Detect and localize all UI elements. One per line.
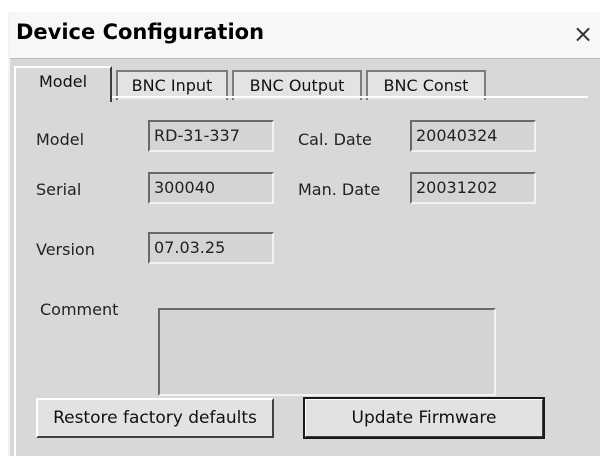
cal-date-label: Cal. Date — [298, 130, 372, 149]
title-bar: Device Configuration × — [10, 12, 600, 59]
comment-field[interactable] — [158, 308, 496, 396]
update-firmware-button[interactable]: Update Firmware — [303, 397, 545, 439]
man-date-label: Man. Date — [298, 180, 381, 199]
close-icon[interactable]: × — [566, 18, 600, 52]
serial-field[interactable]: 300040 — [148, 172, 274, 204]
comment-label: Comment — [40, 300, 119, 319]
model-field[interactable]: RD-31-337 — [148, 120, 274, 152]
model-label: Model — [36, 130, 85, 149]
man-date-field[interactable]: 20031202 — [410, 172, 536, 204]
restore-factory-defaults-button[interactable]: Restore factory defaults — [36, 398, 274, 438]
tab-model[interactable]: Model — [14, 66, 112, 102]
version-label: Version — [36, 240, 95, 259]
window-title: Device Configuration — [16, 20, 265, 44]
version-field[interactable]: 07.03.25 — [148, 232, 274, 264]
cal-date-field[interactable]: 20040324 — [410, 120, 536, 152]
device-configuration-window: Device Configuration × Model BNC Input B… — [8, 12, 600, 456]
serial-label: Serial — [36, 180, 82, 199]
